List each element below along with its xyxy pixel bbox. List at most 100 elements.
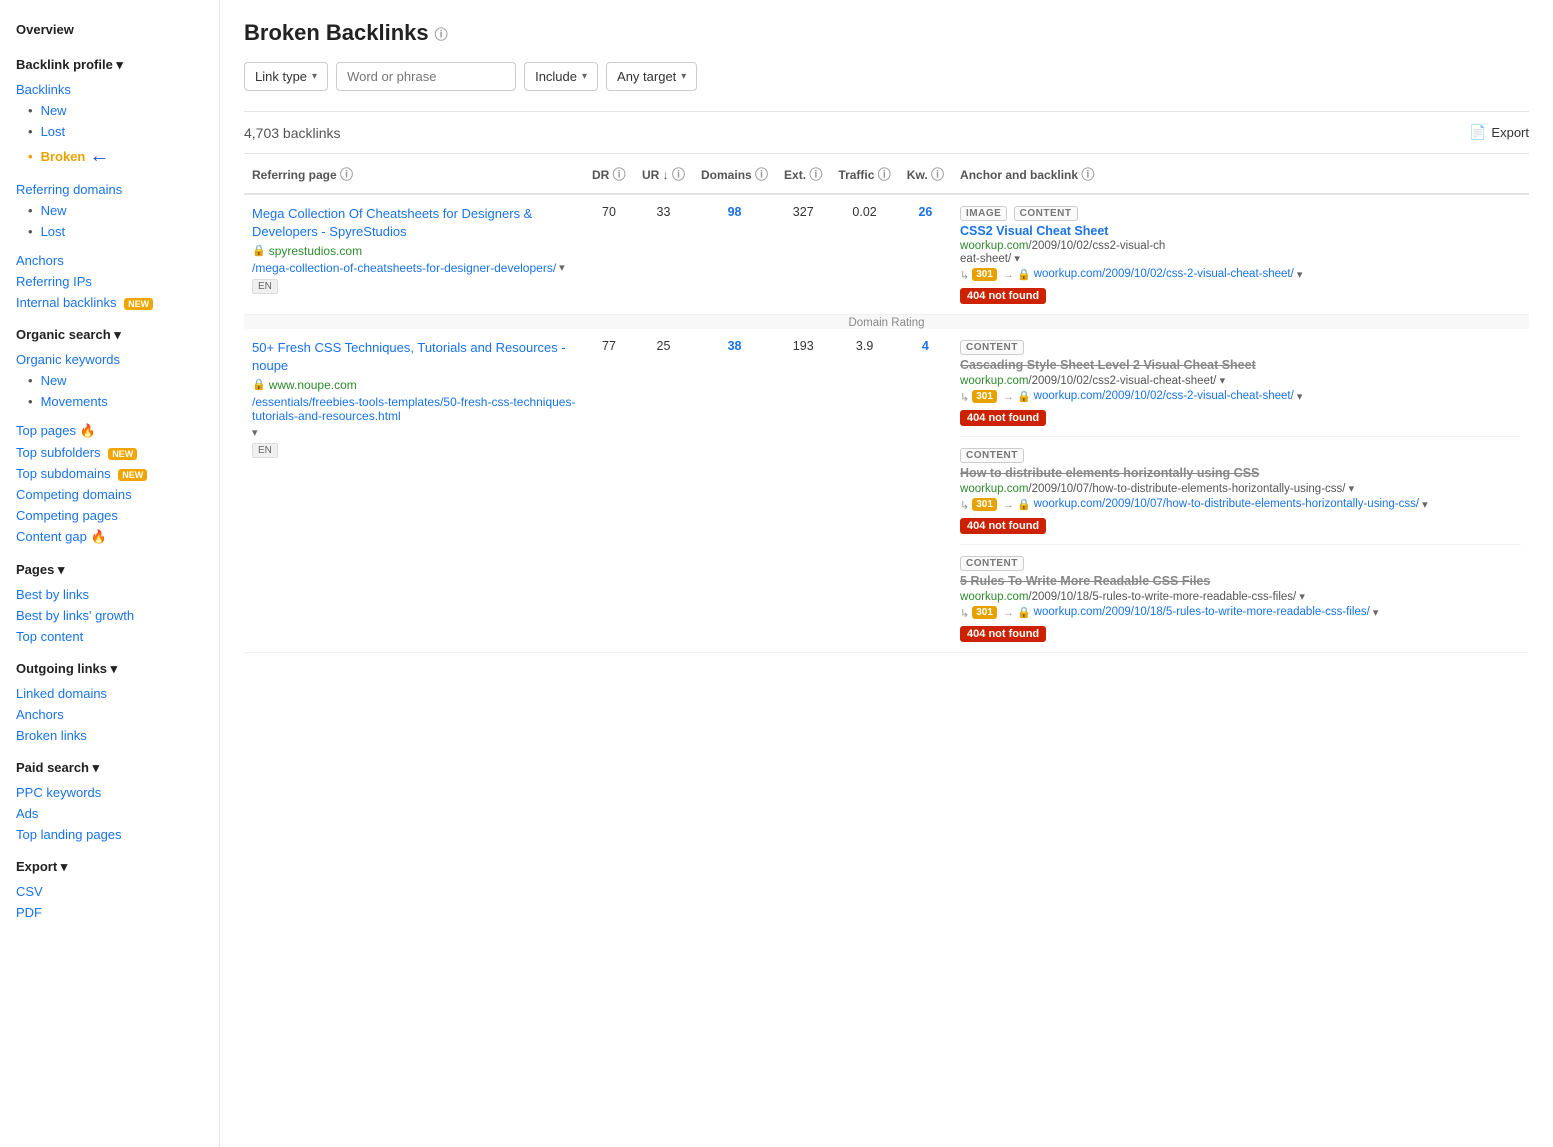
url-path-2[interactable]: /essentials/freebies-tools-templates/50-… <box>252 395 576 423</box>
cell-anchor-2: CONTENT Cascading Style Sheet Level 2 Vi… <box>952 329 1529 653</box>
stats-count: 4,703 backlinks <box>244 125 341 141</box>
sidebar-best-by-links-growth[interactable]: Best by links' growth <box>0 605 219 626</box>
export-button[interactable]: 📄 Export <box>1469 124 1529 141</box>
anchor-link-title-1-1[interactable]: CSS2 Visual Cheat Sheet <box>960 224 1521 238</box>
sidebar-referring-ips[interactable]: Referring IPs <box>0 271 219 292</box>
redirect-url-1-1[interactable]: woorkup.com/2009/10/02/css-2-visual-chea… <box>1034 268 1294 280</box>
anchor-dropdown-2-3[interactable]: ▾ <box>1299 591 1305 603</box>
sidebar-pages[interactable]: Pages ▾ <box>0 556 219 584</box>
sidebar-paid-search[interactable]: Paid search ▾ <box>0 754 219 782</box>
cell-referring-1: Mega Collection Of Cheatsheets for Desig… <box>244 194 584 315</box>
lock-sm-2-3: 🔒 <box>1017 606 1031 619</box>
caret-icon: ▾ <box>312 71 317 82</box>
any-target-dropdown[interactable]: Any target ▾ <box>606 62 697 91</box>
cell-domains-2: 38 <box>693 329 776 653</box>
title-info-icon[interactable]: ⓘ <box>435 24 448 43</box>
col-info-anchor[interactable]: ⓘ <box>1081 167 1094 182</box>
sidebar-top-pages[interactable]: Top pages 🔥 <box>0 420 219 442</box>
referring-title-link-2[interactable]: 50+ Fresh CSS Techniques, Tutorials and … <box>252 339 576 375</box>
sidebar-organic-keywords[interactable]: Organic keywords <box>0 349 219 370</box>
sidebar-backlinks-lost[interactable]: Lost <box>0 121 219 142</box>
sidebar-organic-kw-new[interactable]: New <box>0 370 219 391</box>
anchor-dropdown-1-1[interactable]: ▾ <box>1014 253 1020 265</box>
domains-value-1[interactable]: 98 <box>728 205 742 219</box>
col-header-domains: Domains ⓘ <box>693 154 776 194</box>
sidebar-backlink-profile[interactable]: Backlink profile ▾ <box>0 51 219 79</box>
col-info-dr[interactable]: ⓘ <box>613 167 626 182</box>
cell-anchor-1: IMAGE CONTENT CSS2 Visual Cheat Sheet wo… <box>952 194 1529 315</box>
sidebar-internal-backlinks[interactable]: Internal backlinks NEW <box>0 292 219 313</box>
redirect-dropdown-1-1[interactable]: ▾ <box>1297 268 1303 281</box>
sidebar-broken-links[interactable]: Broken links <box>0 725 219 746</box>
sidebar-content-gap[interactable]: Content gap 🔥 <box>0 526 219 548</box>
kw-value-1[interactable]: 26 <box>918 205 932 219</box>
anchor-domain-1-1: woorkup.com <box>960 240 1028 252</box>
anchor-dropdown-2-1[interactable]: ▾ <box>1220 375 1226 387</box>
sidebar-linked-domains[interactable]: Linked domains <box>0 683 219 704</box>
sidebar-export-pdf[interactable]: PDF <box>0 902 219 923</box>
sidebar-organic-search[interactable]: Organic search ▾ <box>0 321 219 349</box>
sidebar-competing-pages[interactable]: Competing pages <box>0 505 219 526</box>
cell-ext-1: 327 <box>776 194 830 315</box>
redirect-url-2-3[interactable]: woorkup.com/2009/10/18/5-rules-to-write-… <box>1034 606 1370 618</box>
col-info-ur[interactable]: ⓘ <box>672 167 685 182</box>
domain-1[interactable]: spyrestudios.com <box>269 244 362 258</box>
sidebar-organic-kw-movements[interactable]: Movements <box>0 391 219 412</box>
redirect-dropdown-2-1[interactable]: ▾ <box>1297 390 1303 403</box>
col-info-kw[interactable]: ⓘ <box>931 167 944 182</box>
lang-badge-1: EN <box>252 279 278 294</box>
sidebar-backlinks[interactable]: Backlinks <box>0 79 219 100</box>
col-info-traffic[interactable]: ⓘ <box>878 167 891 182</box>
sidebar-backlinks-broken[interactable]: Broken ← <box>0 142 125 171</box>
sidebar-best-by-links[interactable]: Best by links <box>0 584 219 605</box>
col-info-referring[interactable]: ⓘ <box>340 167 353 182</box>
sidebar-referring-domains-new[interactable]: New <box>0 200 219 221</box>
url-dropdown-1[interactable]: ▾ <box>559 261 565 274</box>
fire-icon: 🔥 <box>80 423 96 438</box>
sidebar-outgoing-links[interactable]: Outgoing links ▾ <box>0 655 219 683</box>
url-dropdown-2[interactable]: ▾ <box>252 426 258 439</box>
link-type-dropdown[interactable]: Link type ▾ <box>244 62 328 91</box>
anchor-dropdown-2-2[interactable]: ▾ <box>1349 483 1355 495</box>
badge-404-1-1: 404 not found <box>960 288 1046 304</box>
anchor-link-title-2-1[interactable]: Cascading Style Sheet Level 2 Visual Che… <box>960 358 1521 372</box>
url-path-1[interactable]: /mega-collection-of-cheatsheets-for-desi… <box>252 261 556 275</box>
word-phrase-input[interactable] <box>336 62 516 91</box>
col-info-ext[interactable]: ⓘ <box>809 167 822 182</box>
anchor-link-title-2-3[interactable]: 5 Rules To Write More Readable CSS Files <box>960 574 1521 588</box>
anchor-link-title-2-2[interactable]: How to distribute elements horizontally … <box>960 466 1521 480</box>
cell-ext-2: 193 <box>776 329 830 653</box>
anchor-domain-2-3: woorkup.com <box>960 591 1028 603</box>
sidebar-top-subfolders[interactable]: Top subfolders NEW <box>0 442 219 463</box>
tag-content: CONTENT <box>1014 206 1078 221</box>
kw-value-2[interactable]: 4 <box>922 339 929 353</box>
sidebar-export[interactable]: Export ▾ <box>0 853 219 881</box>
col-header-ur[interactable]: UR ↓ ⓘ <box>634 154 693 194</box>
sidebar-top-subdomains[interactable]: Top subdomains NEW <box>0 463 219 484</box>
sidebar-referring-domains-lost[interactable]: Lost <box>0 221 219 242</box>
col-info-domains[interactable]: ⓘ <box>755 167 768 182</box>
include-dropdown[interactable]: Include ▾ <box>524 62 598 91</box>
sidebar-top-content[interactable]: Top content <box>0 626 219 647</box>
anchor-redirect-2-2: ↳ 301 → 🔒 woorkup.com/2009/10/07/how-to-… <box>960 498 1521 512</box>
sidebar-ppc-keywords[interactable]: PPC keywords <box>0 782 219 803</box>
tag-content-2-1: CONTENT <box>960 340 1024 355</box>
domain-2[interactable]: www.noupe.com <box>269 378 357 392</box>
redirect-dropdown-2-3[interactable]: ▾ <box>1373 606 1379 619</box>
sidebar-top-landing-pages[interactable]: Top landing pages <box>0 824 219 845</box>
sidebar-anchors[interactable]: Anchors <box>0 250 219 271</box>
sidebar-overview[interactable]: Overview <box>0 16 219 43</box>
sidebar-referring-domains[interactable]: Referring domains <box>0 179 219 200</box>
redirect-dropdown-2-2[interactable]: ▾ <box>1422 498 1428 511</box>
sidebar-anchors-out[interactable]: Anchors <box>0 704 219 725</box>
domains-value-2[interactable]: 38 <box>728 339 742 353</box>
sidebar-backlinks-new[interactable]: New <box>0 100 219 121</box>
sidebar-competing-domains[interactable]: Competing domains <box>0 484 219 505</box>
anchor-tags-2-3: CONTENT <box>960 555 1521 574</box>
redirect-url-2-1[interactable]: woorkup.com/2009/10/02/css-2-visual-chea… <box>1034 390 1294 402</box>
redirect-url-2-2[interactable]: woorkup.com/2009/10/07/how-to-distribute… <box>1034 498 1419 510</box>
referring-title-link-1[interactable]: Mega Collection Of Cheatsheets for Desig… <box>252 205 576 241</box>
badge-301-2-2: 301 <box>972 498 997 511</box>
sidebar-ads[interactable]: Ads <box>0 803 219 824</box>
sidebar-export-csv[interactable]: CSV <box>0 881 219 902</box>
